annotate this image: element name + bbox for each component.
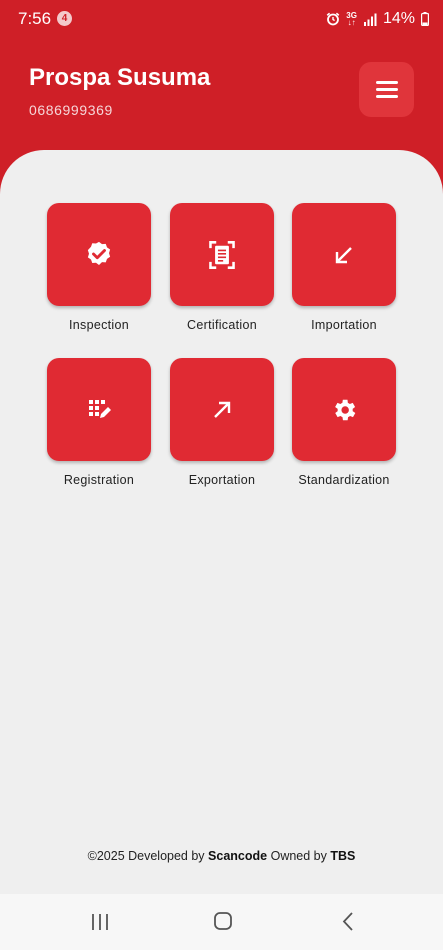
grid-edit-icon (89, 399, 111, 418)
notification-badge: 4 (57, 11, 72, 26)
status-bar: 7:56 4 3G ↓↑ 14% (0, 0, 443, 38)
tile-standardization-box[interactable] (292, 358, 396, 461)
tile-standardization-label: Standardization (298, 473, 390, 487)
tile-registration-box[interactable] (47, 358, 151, 461)
user-name: Prospa Susuma (29, 64, 211, 91)
android-nav-bar (0, 894, 443, 950)
arrow-down-left-icon (335, 246, 352, 263)
tile-certification-box[interactable] (170, 203, 274, 306)
tile-importation-box[interactable] (292, 203, 396, 306)
tile-importation-label: Importation (311, 318, 377, 332)
back-icon[interactable] (333, 910, 363, 934)
menu-bar (375, 88, 398, 91)
battery-level: 14% (382, 10, 415, 27)
tile-inspection[interactable]: Inspection (47, 203, 151, 332)
document-scan-icon (209, 240, 235, 269)
tile-registration[interactable]: Registration (47, 358, 151, 487)
user-phone: 0686999369 (29, 102, 113, 118)
gear-icon (335, 399, 356, 420)
tile-standardization[interactable]: Standardization (292, 358, 396, 487)
menu-bar (375, 95, 398, 98)
tile-exportation[interactable]: Exportation (170, 358, 274, 487)
battery-icon (421, 12, 429, 26)
footer-prefix: ©2025 Developed by (87, 849, 205, 863)
home-icon[interactable] (208, 910, 238, 934)
footer-credits: ©2025 Developed by Scancode Owned by TBS (0, 849, 443, 863)
menu-bar (375, 81, 398, 84)
arrow-up-right-icon (214, 401, 231, 418)
alarm-icon (326, 12, 340, 26)
tile-importation[interactable]: Importation (292, 203, 396, 332)
menu-button[interactable] (359, 62, 414, 117)
verified-badge-icon (87, 241, 111, 265)
network-indicator: 3G ↓↑ (346, 12, 357, 27)
footer-owned-by: Owned by (270, 849, 327, 863)
tile-certification[interactable]: Certification (170, 203, 274, 332)
footer-owner: TBS (330, 849, 356, 863)
tile-exportation-box[interactable] (170, 358, 274, 461)
status-icons: 3G ↓↑ 14% (326, 9, 429, 29)
footer-developer: Scancode (208, 849, 268, 863)
tile-inspection-box[interactable] (47, 203, 151, 306)
recent-apps-icon[interactable] (85, 910, 115, 934)
status-time: 7:56 (18, 9, 52, 28)
services-panel: Inspection Certification Importation Reg… (0, 150, 443, 894)
signal-icon (363, 13, 377, 26)
network-arrows-icon: ↓↑ (347, 18, 356, 27)
